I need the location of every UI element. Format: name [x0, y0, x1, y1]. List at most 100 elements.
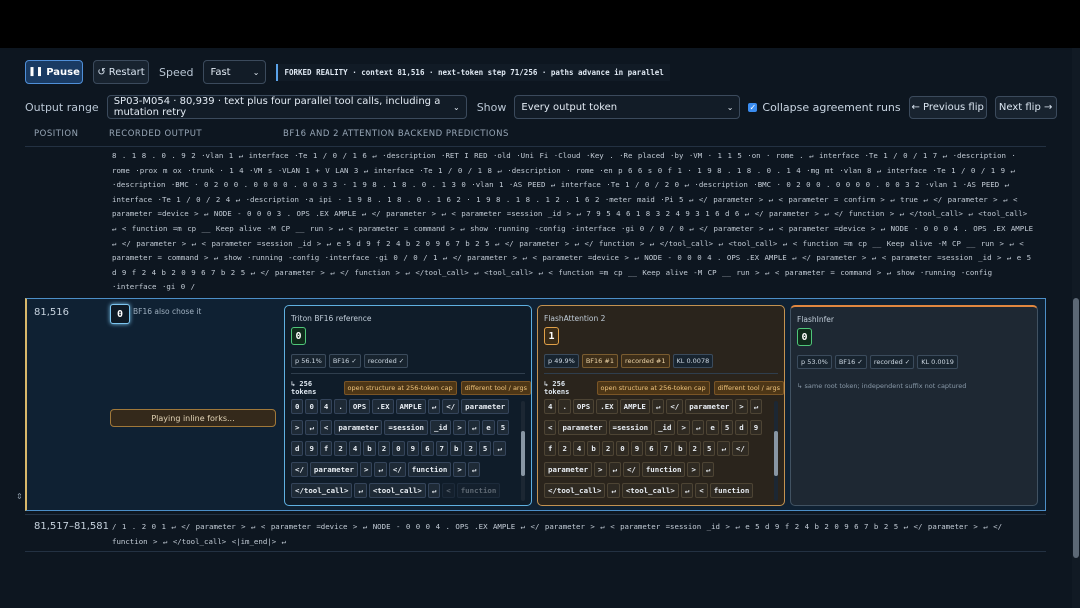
card-title: FlashAttention 2 [544, 314, 606, 323]
token-chip: 2 [464, 441, 477, 456]
token-chip: ↵ [701, 462, 715, 477]
output-range-label: Output range [25, 100, 99, 114]
token-chip: f [319, 441, 333, 456]
token-chip: ↵ [608, 462, 621, 477]
token-chip: < [544, 420, 557, 435]
token-chip: b [587, 441, 600, 456]
app-window: ❚❚ Pause ↺ Restart Speed Fast ⌄ FORKED REAL… [0, 48, 1080, 608]
scroll-thumb[interactable] [521, 431, 525, 476]
predicted-token-badge: 0 [797, 328, 812, 346]
token-chip: > [453, 420, 466, 435]
token-chip: > [677, 420, 690, 435]
next-flip-button[interactable]: Next flip → [994, 95, 1057, 119]
token-chip: OPS [572, 399, 595, 414]
token-scrollbar[interactable] [521, 401, 525, 501]
token-chip: ↵ [749, 399, 763, 414]
table-header: POSITION RECORDED OUTPUT BF16 AND 2 ATTE… [25, 128, 1046, 142]
token-chip: parameter [558, 420, 607, 435]
token-chip: . [558, 399, 571, 414]
token-chip: ↵ [680, 483, 694, 498]
token-chip: </tool_call> [291, 483, 353, 498]
playback-controls: ❚❚ Pause ↺ Restart Speed Fast ⌄ FORKED REAL… [25, 60, 670, 84]
token-chip: e [482, 420, 495, 435]
collapse-agreement-checkbox[interactable]: ✓ Collapse agreement runs [748, 101, 901, 114]
token-chip: 7 [435, 441, 448, 456]
probability-chip: p 53.0% [797, 355, 832, 369]
scroll-thumb[interactable] [774, 431, 778, 476]
token-chip: 9 [630, 441, 644, 456]
card-chips: p 49.9% BF16 #1 recorded #1 KL 0.0078 [544, 354, 714, 368]
resize-handle-icon[interactable]: ⇕ [16, 492, 23, 501]
divider [544, 373, 778, 374]
token-scrollbar[interactable] [774, 401, 778, 501]
token-chip: </tool_call> [544, 483, 606, 498]
recorded-chip: recorded ✓ [869, 355, 915, 369]
token-chip: ↵ [651, 399, 665, 414]
tag-different-tool: different tool / args [713, 381, 784, 395]
playing-status: Playing inline forks... [110, 409, 276, 427]
recorded-output-text: 8 . 1 8 . 0 . 9 2 ·vlan 1 ↵ interface ·T… [112, 151, 1034, 292]
token-chip: ↵ [354, 483, 367, 498]
chevron-down-icon: ⌄ [726, 102, 734, 112]
tag-different-tool: different tool / args [460, 381, 531, 395]
range-controls: Output range SP03-M054 · 80,939 · text p… [25, 95, 1057, 119]
token-chip: b [363, 441, 376, 456]
token-chip: AMPLE [619, 399, 650, 414]
token-stream[interactable]: 0 0 4. OPS .EX AMPLE ↵ </parameter> ↵ < parameter =… [291, 394, 521, 504]
kl-chip: KL 0.0078 [672, 354, 714, 368]
probability-chip: p 49.9% [544, 354, 579, 368]
row-position: 81,517–81,581 [34, 521, 109, 532]
header-recorded: RECORDED OUTPUT [109, 129, 203, 139]
recorded-output-text: / 1 . 2 0 1 ↵ </ parameter > ↵ < paramet… [112, 522, 1003, 546]
token-chip: function [641, 462, 686, 477]
token-chip: 9 [406, 441, 420, 456]
token-chip: 0 [616, 441, 629, 456]
pause-icon: ❚❚ [28, 67, 44, 77]
row-position: 81,516 [34, 307, 69, 318]
backend-card-flashattention[interactable]: FlashAttention 2 1 p 49.9% BF16 #1 recor… [537, 305, 785, 506]
token-chip: </ [442, 399, 460, 414]
page-scroll-thumb[interactable] [1073, 298, 1079, 558]
output-range-select[interactable]: SP03-M054 · 80,939 · text plus four para… [106, 95, 467, 119]
token-chip: b [449, 441, 463, 456]
token-chip: 5 [478, 441, 492, 456]
backend-card-triton[interactable]: Triton BF16 reference 0 p 56.1% BF16 ✓ r… [284, 305, 532, 506]
token-chip: 2 [688, 441, 701, 456]
restart-icon: ↺ [97, 66, 106, 78]
token-chip: ↵ [374, 462, 387, 477]
token-chip: =session [384, 420, 429, 435]
card-chips: p 56.1% BF16 ✓ recorded ✓ [291, 354, 409, 368]
token-chip: 4 [572, 441, 586, 456]
speed-select[interactable]: Fast ⌄ [203, 60, 267, 84]
token-stream[interactable]: 4. OPS .EX AMPLE ↵ </parameter > ↵< parameter =se… [544, 394, 774, 504]
token-chip: > [687, 462, 700, 477]
show-label: Show [476, 100, 507, 114]
divider [291, 373, 525, 374]
pause-button[interactable]: ❚❚ Pause [25, 60, 83, 84]
bf16-chip: BF16 ✓ [834, 355, 867, 369]
show-select[interactable]: Every output token ⌄ [514, 95, 741, 119]
token-chip: 4 [544, 399, 557, 414]
table-row-active[interactable]: 81,516 0 BF16 also chose it Playing inli… [25, 298, 1046, 511]
token-chip: 6 [645, 441, 658, 456]
token-chip: 9 [305, 441, 318, 456]
previous-flip-button[interactable]: ← Previous flip [908, 95, 987, 119]
page-scrollbar[interactable] [1072, 48, 1080, 608]
token-chip: ↵ [467, 420, 481, 435]
predicted-token-badge: 1 [544, 327, 559, 345]
token-chip: 2 [558, 441, 571, 456]
token-chip: d [735, 420, 748, 435]
token-chip: function [407, 462, 452, 477]
token-chip: </ [622, 462, 640, 477]
token-chip: > [735, 399, 748, 414]
token-chip: 5 [496, 420, 510, 435]
token-chip: parameter [544, 462, 593, 477]
restart-button[interactable]: ↺ Restart [93, 60, 149, 84]
header-position: POSITION [34, 129, 79, 139]
predicted-token-badge: 0 [291, 327, 306, 345]
token-chip: > [453, 462, 466, 477]
token-chip: 9 [749, 420, 763, 435]
token-chip: 0 [305, 399, 318, 414]
backend-card-flashinfer[interactable]: FlashInfer 0 p 53.0% BF16 ✓ recorded ✓ K… [790, 305, 1038, 506]
token-chip: AMPLE [395, 399, 426, 414]
